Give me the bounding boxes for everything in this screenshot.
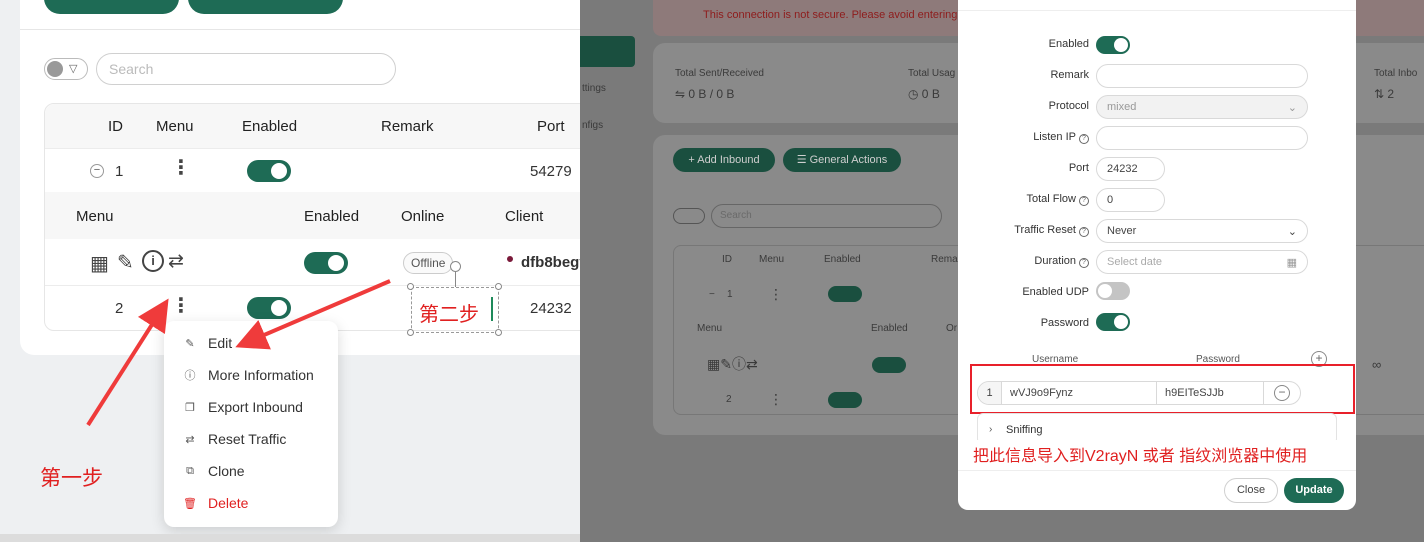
client-enabled-toggle[interactable] xyxy=(872,357,906,373)
header-remark: Rema xyxy=(931,254,958,265)
close-button[interactable]: Close xyxy=(1224,478,1278,503)
traffic-reset-select[interactable]: Never ⌄ xyxy=(1096,219,1308,243)
expand-row-button[interactable]: − xyxy=(709,289,715,300)
duration-date-picker[interactable]: Select date ▦ xyxy=(1096,250,1308,274)
help-icon: ? xyxy=(1079,258,1089,268)
row-menu-icon[interactable]: ⋮ xyxy=(769,391,783,408)
port-label: Port xyxy=(1068,162,1089,174)
general-actions-button[interactable]: ☰ General Actions xyxy=(783,148,901,172)
enabled-udp-toggle[interactable] xyxy=(1096,282,1130,300)
account-index: 1 xyxy=(978,382,1002,404)
stat-value: ⇅ 2 xyxy=(1374,87,1395,101)
client-action-icons[interactable]: ▦✎ⓘ⇄ xyxy=(707,354,758,374)
protocol-select[interactable]: mixed ⌄ xyxy=(1096,95,1308,119)
help-icon: ? xyxy=(1079,196,1089,206)
security-warning-text: This connection is not secure. Please av… xyxy=(703,9,958,21)
calendar-icon: ▦ xyxy=(1286,256,1297,269)
sub-header-enabled: Enabled xyxy=(871,323,908,334)
remark-input[interactable] xyxy=(1096,64,1308,88)
total-flow-label: Total Flow? xyxy=(1026,193,1089,206)
sidebar-item-settings[interactable]: ttings xyxy=(582,83,606,94)
update-button[interactable]: Update xyxy=(1284,478,1344,503)
listen-ip-input[interactable] xyxy=(1096,126,1308,150)
sidebar-item-configs[interactable]: nfigs xyxy=(582,120,603,131)
password-toggle[interactable] xyxy=(1096,313,1130,331)
username-input[interactable]: wVJ9o9Fynz xyxy=(1002,382,1157,404)
account-row: 1 wVJ9o9Fynz h9EITeSJJb − xyxy=(977,381,1301,405)
header-menu: Menu xyxy=(759,254,785,265)
stat-label: Total Sent/Received xyxy=(675,68,764,79)
left-panel: ▽ Search ID Menu Enabled Remark Port − 1… xyxy=(0,0,580,542)
annotation-step1-label: 第一步 xyxy=(40,467,103,490)
enabled-label: Enabled xyxy=(1048,38,1089,50)
sniffing-label: Sniffing xyxy=(1006,424,1043,436)
chevron-down-icon: ⌄ xyxy=(1287,101,1297,114)
enabled-udp-label: Enabled UDP xyxy=(1022,286,1089,298)
row-id: 2 xyxy=(726,394,732,405)
sub-header-online: Or xyxy=(946,323,958,334)
chevron-right-icon: › xyxy=(989,424,993,435)
filter-toggle[interactable] xyxy=(673,208,705,224)
sidebar-active-item[interactable] xyxy=(580,36,635,67)
annotation-arrows xyxy=(86,279,391,427)
enabled-toggle[interactable] xyxy=(1096,36,1130,54)
port-input[interactable]: 24232 xyxy=(1096,157,1165,181)
row-menu-icon[interactable]: ⋮ xyxy=(769,286,783,303)
header-id: ID xyxy=(722,254,732,265)
traffic-reset-label: Traffic Reset? xyxy=(1014,224,1089,237)
remove-account-icon[interactable]: − xyxy=(1274,385,1290,401)
chevron-down-icon: ⌄ xyxy=(1287,225,1297,238)
edit-inbound-modal: Enabled Remark Protocol mixed ⌄ Listen IP… xyxy=(958,0,1356,510)
stat-value: ⇋ 0 B / 0 B xyxy=(675,87,735,101)
search-input[interactable]: Search xyxy=(711,204,942,228)
duration-label: Duration? xyxy=(1034,255,1089,268)
stat-label: Total Inbo xyxy=(1374,68,1418,79)
row-enabled-toggle[interactable] xyxy=(828,286,862,302)
password-label: Password xyxy=(1040,317,1089,329)
remark-label: Remark xyxy=(1050,69,1089,81)
password-input[interactable]: h9EITeSJJb xyxy=(1157,382,1264,404)
help-icon: ? xyxy=(1079,134,1089,144)
sub-header-menu: Menu xyxy=(697,323,723,334)
stat-value: ◷ 0 B xyxy=(908,87,940,101)
protocol-label: Protocol xyxy=(1048,100,1089,112)
row-enabled-toggle[interactable] xyxy=(828,392,862,408)
row-id: 1 xyxy=(727,289,733,300)
annotation-note: 把此信息导入到V2rayN 或者 指纹浏览器中使用 xyxy=(973,448,1308,465)
total-flow-input[interactable]: 0 xyxy=(1096,188,1165,212)
infinity-value: ∞ xyxy=(1372,357,1382,372)
header-enabled: Enabled xyxy=(824,254,861,265)
add-inbound-button[interactable]: + Add Inbound xyxy=(673,148,775,172)
help-icon: ? xyxy=(1079,227,1089,237)
listen-ip-label: Listen IP? xyxy=(1033,131,1089,144)
stat-label: Total Usag xyxy=(908,68,956,79)
